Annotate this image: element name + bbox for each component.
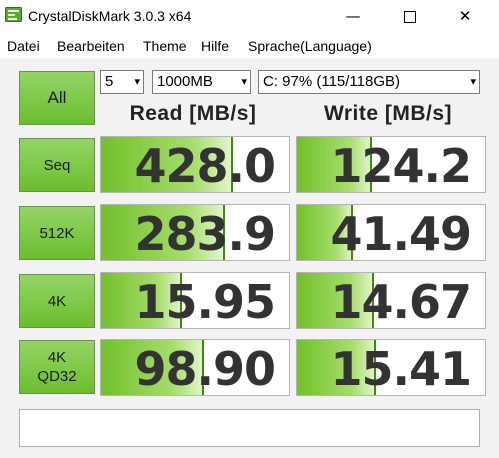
4k-read-cell: 15.95 (100, 272, 290, 329)
size-select[interactable]: 1000MB ▾ (152, 70, 251, 94)
menu-sprache[interactable]: Sprache(Language) (248, 37, 372, 55)
512k-label: 512K (39, 224, 75, 242)
minimize-icon: — (345, 7, 361, 25)
comment-field[interactable] (19, 409, 480, 447)
chevron-down-icon: ▾ (470, 75, 476, 88)
close-button[interactable]: ✕ (442, 0, 488, 33)
drive-select[interactable]: C: 97% (115/118GB) ▾ (258, 70, 480, 94)
512k-button[interactable]: 512K (19, 206, 95, 260)
seq-button[interactable]: Seq (19, 138, 95, 192)
chevron-down-icon: ▾ (241, 75, 247, 88)
title-bar[interactable]: CrystalDiskMark 3.0.3 x64 — ✕ (0, 0, 499, 33)
seq-read-value: 428.0 (134, 139, 276, 193)
seq-write-value: 124.2 (330, 139, 472, 193)
seq-label: Seq (43, 156, 71, 174)
4k-qd32-write-value: 15.41 (330, 342, 472, 396)
menu-bearbeiten[interactable]: Bearbeiten (57, 37, 125, 55)
write-header: Write [MB/s] (323, 102, 453, 125)
4k-qd32-read-value: 98.90 (134, 342, 276, 396)
512k-read-cell: 283.9 (100, 204, 290, 261)
4k-qd32-label: 4K QD32 (37, 349, 77, 385)
512k-write-cell: 41.49 (296, 204, 486, 261)
seq-write-cell: 124.2 (296, 136, 486, 193)
runs-value: 5 (105, 73, 114, 90)
4k-button[interactable]: 4K (19, 274, 95, 328)
menu-datei[interactable]: Datei (7, 37, 40, 55)
all-button[interactable]: All (19, 71, 95, 125)
4k-qd32-write-cell: 15.41 (296, 339, 486, 396)
maximize-button[interactable] (387, 0, 433, 33)
size-value: 1000MB (157, 73, 213, 90)
menu-bar: Datei Bearbeiten Theme Hilfe Sprache(Lan… (0, 35, 499, 57)
window-title: CrystalDiskMark 3.0.3 x64 (28, 8, 192, 24)
512k-write-value: 41.49 (330, 207, 472, 261)
minimize-button[interactable]: — (330, 0, 376, 33)
512k-read-value: 283.9 (134, 207, 276, 261)
runs-select[interactable]: 5 ▾ (100, 70, 144, 94)
read-header: Read [MB/s] (129, 102, 257, 125)
drive-value: C: 97% (115/118GB) (263, 73, 401, 90)
4k-qd32-read-cell: 98.90 (100, 339, 290, 396)
4k-write-cell: 14.67 (296, 272, 486, 329)
maximize-icon (404, 10, 416, 23)
app-icon (5, 7, 22, 22)
4k-write-value: 14.67 (330, 275, 472, 329)
close-icon: ✕ (458, 7, 472, 25)
menu-theme[interactable]: Theme (143, 37, 187, 55)
seq-read-cell: 428.0 (100, 136, 290, 193)
4k-label: 4K (47, 292, 67, 310)
menu-hilfe[interactable]: Hilfe (201, 37, 229, 55)
chevron-down-icon: ▾ (134, 75, 140, 88)
4k-qd32-button[interactable]: 4K QD32 (19, 340, 95, 394)
4k-read-value: 15.95 (134, 275, 276, 329)
